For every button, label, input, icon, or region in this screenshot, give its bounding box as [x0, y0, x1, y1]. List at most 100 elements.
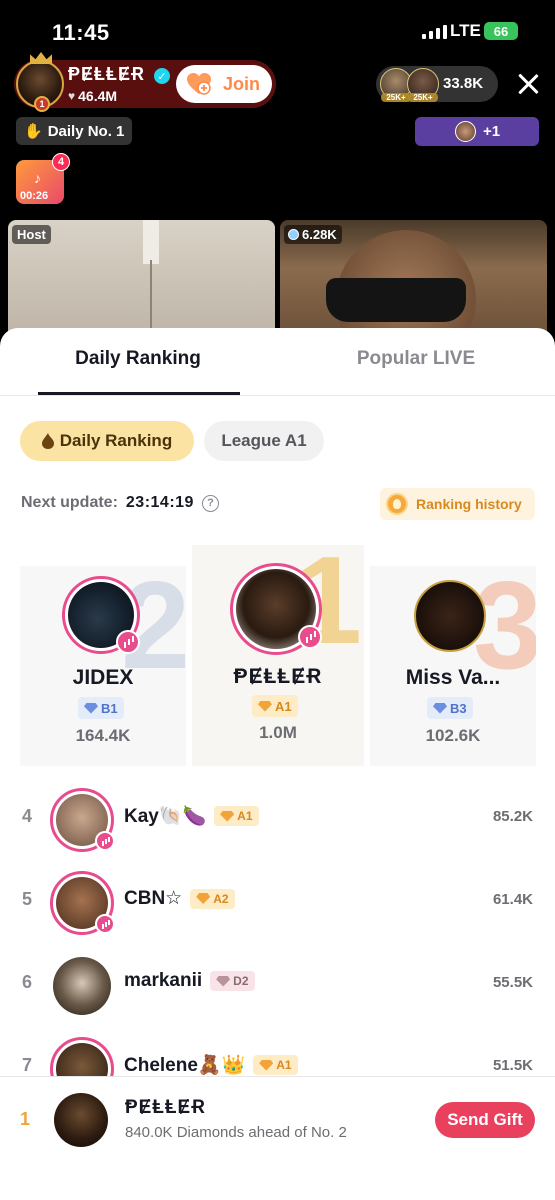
flame-icon — [41, 433, 54, 449]
podium-first[interactable]: 1 ⱣɆⱠⱠɆɌ A1 1.0M — [192, 545, 364, 766]
join-heart-icon — [187, 73, 211, 95]
help-icon[interactable]: ? — [201, 494, 219, 512]
heart-icon: ♥ — [68, 89, 76, 103]
next-update-timer: 23:14:19 — [125, 494, 194, 511]
host-name: ⱣɆⱠⱠɆɌ — [68, 64, 146, 84]
guest-request-button[interactable]: +1 — [415, 117, 539, 146]
league-label: A1 — [237, 809, 253, 823]
list-avatar[interactable] — [50, 871, 115, 935]
league-label: A2 — [213, 891, 229, 906]
status-time: 11:45 — [52, 20, 110, 45]
list-rank: 4 — [21, 806, 32, 826]
league-badge: D2 — [210, 971, 255, 991]
list-rank: 6 — [21, 972, 32, 992]
viewer-badge: 25K+ — [381, 93, 411, 102]
viewer-count: 33.8K — [443, 75, 484, 92]
list-score: 61.4K — [492, 891, 533, 908]
battery-level: 66 — [493, 23, 509, 39]
list-rank: 5 — [21, 889, 32, 909]
hand-icon: ✋ — [24, 123, 43, 140]
league-badge: B1 — [78, 697, 124, 719]
tab-underline — [38, 392, 240, 395]
list-score: 85.2K — [492, 808, 533, 825]
list-item[interactable]: 5 CBN☆ A2 61.4K — [0, 861, 555, 941]
league-badge: A1 — [253, 1055, 298, 1075]
list-score: 55.5K — [492, 974, 533, 991]
host-likes: ♥ 46.4M — [68, 88, 117, 104]
list-avatar[interactable] — [53, 957, 111, 1015]
diamond-icon — [84, 702, 98, 714]
list-name-text: markanii — [124, 970, 203, 991]
my-rank: 1 — [20, 1109, 31, 1129]
next-update: Next update: 23:14:19 ? — [21, 494, 219, 512]
podium-third[interactable]: 3 Miss Va... B3 102.6K — [370, 566, 536, 766]
list-item[interactable]: 4 Kay🐚🍆 A1 85.2K — [0, 778, 555, 858]
diamond-icon — [216, 975, 231, 987]
signal-icon — [422, 24, 447, 39]
chip-league-a1[interactable]: League A1 — [204, 421, 324, 461]
host-tag: Host — [12, 225, 51, 244]
podium-score: 102.6K — [425, 726, 481, 745]
status-bar: 11:45 LTE 66 — [0, 0, 555, 60]
list-name-text: Chelene🧸👑 — [124, 1055, 246, 1076]
live-bars-icon — [95, 914, 115, 934]
tab-daily-ranking[interactable]: Daily Ranking — [38, 348, 238, 370]
list-name: markanii D2 — [124, 970, 255, 992]
list-item[interactable]: 6 markanii D2 55.5K — [0, 944, 555, 1024]
league-label: B3 — [450, 700, 467, 716]
my-avatar[interactable] — [54, 1093, 108, 1147]
top-viewer-avatar[interactable]: 25K+ — [407, 68, 439, 102]
treasure-timer: 00:26 — [20, 190, 49, 202]
guest-avatar — [455, 121, 476, 142]
join-button[interactable]: Join — [176, 65, 272, 103]
league-label: D2 — [233, 974, 249, 988]
my-rank-bar: 1 ⱣɆⱠⱠɆɌ 840.0K Diamonds ahead of No. 2 … — [0, 1076, 555, 1200]
host-avatar[interactable]: 1 — [16, 52, 64, 112]
live-bars-icon — [116, 630, 140, 654]
league-badge: A2 — [190, 888, 235, 909]
treasure-count: 4 — [52, 153, 70, 171]
ranking-sheet: Daily Ranking Popular LIVE Daily Ranking… — [0, 328, 555, 1200]
verified-icon: ✓ — [154, 68, 170, 84]
guest-score: 6.28K — [302, 227, 337, 242]
diamond-icon — [220, 810, 235, 822]
guest-count-label: +1 — [483, 123, 501, 140]
chip-daily-ranking[interactable]: Daily Ranking — [20, 421, 194, 461]
podium-name: JIDEX — [72, 666, 134, 689]
ranking-history-button[interactable]: Ranking history — [380, 488, 535, 520]
podium-second[interactable]: 2 JIDEX B1 164.4K — [20, 566, 186, 766]
league-label: B1 — [101, 700, 118, 716]
rank-icon: 1 — [34, 96, 50, 112]
join-label: Join — [222, 73, 260, 94]
league-badge: B3 — [427, 697, 473, 719]
list-name: CBN☆ A2 — [124, 887, 235, 910]
host-likes-value: 46.4M — [78, 88, 118, 104]
list-rank: 7 — [21, 1055, 32, 1075]
diamond-icon — [196, 893, 211, 904]
tab-popular-live[interactable]: Popular LIVE — [316, 348, 516, 370]
close-icon[interactable] — [516, 72, 540, 96]
video-scene — [143, 220, 159, 264]
diamond-icon — [259, 1059, 274, 1071]
list-name-text: Kay🐚🍆 — [124, 806, 207, 827]
send-gift-button[interactable]: Send Gift — [435, 1102, 535, 1138]
list-score: 51.5K — [492, 1057, 533, 1074]
tiktok-icon: ♪ — [34, 170, 41, 186]
diamond-icon — [433, 702, 447, 714]
next-update-label: Next update: — [21, 494, 118, 511]
list-avatar[interactable] — [50, 788, 115, 852]
ranking-history-label: Ranking history — [416, 496, 522, 512]
live-bars-icon — [95, 831, 115, 851]
treasure-box[interactable]: ♪ 4 00:26 — [16, 153, 70, 204]
my-name: ⱣɆⱠⱠɆɌ — [125, 1097, 206, 1118]
viewer-badge: 25K+ — [408, 93, 438, 102]
daily-rank-badge[interactable]: ✋ Daily No. 1 — [16, 117, 132, 145]
medal-icon — [386, 493, 408, 515]
podium-avatar[interactable] — [414, 580, 486, 652]
guest-score-tag: 6.28K — [284, 225, 342, 244]
list-name: Chelene🧸👑 A1 — [124, 1053, 298, 1077]
diamond-icon — [258, 700, 272, 712]
list-name-text: CBN☆ — [124, 888, 183, 909]
league-badge: A1 — [252, 695, 298, 717]
list-name: Kay🐚🍆 A1 — [124, 804, 259, 828]
